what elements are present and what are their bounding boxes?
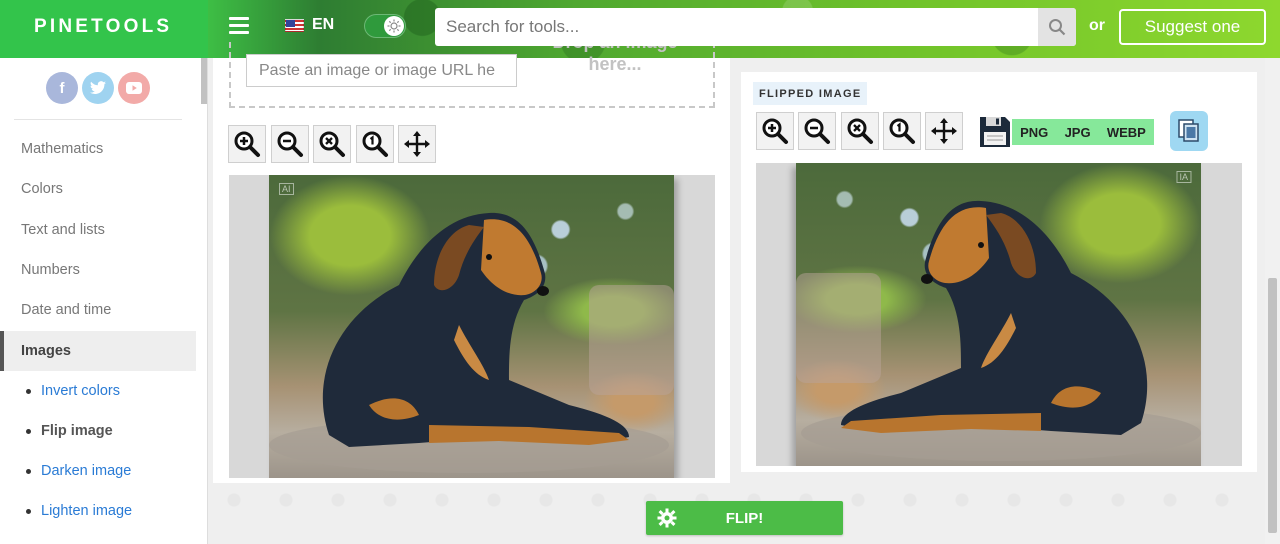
search-input[interactable] — [435, 8, 1035, 46]
download-png-button[interactable]: PNG — [1020, 125, 1048, 140]
copy-to-clipboard-button[interactable] — [1170, 111, 1208, 151]
sidebar-divider — [14, 119, 182, 120]
sidebar-subitem-invert-colors[interactable]: Invert colors — [0, 371, 196, 411]
dog-illustration — [269, 212, 674, 473]
sidebar-subitem-flip-image[interactable]: Flip image — [0, 411, 196, 451]
gear-icon — [646, 508, 688, 528]
drop-zone-line-2: here... — [588, 54, 642, 74]
search-box — [435, 8, 1076, 46]
save-floppy-icon[interactable] — [978, 115, 1012, 149]
bullet — [26, 388, 31, 394]
zoom-in-icon — [234, 131, 260, 157]
search-button[interactable] — [1038, 8, 1076, 46]
download-format-bar: PNG JPG WEBP — [1012, 119, 1154, 145]
zoom-fit-icon — [319, 131, 345, 157]
download-webp-button[interactable]: WEBP — [1107, 125, 1146, 140]
zoom-fit-icon — [847, 118, 873, 144]
zoom-in-icon — [762, 118, 788, 144]
suggest-button[interactable]: Suggest one — [1119, 9, 1266, 45]
move-arrows-icon — [404, 131, 430, 157]
bullet — [26, 428, 31, 434]
sidebar-item-date-and-time[interactable]: Date and time — [0, 290, 196, 330]
flip-button[interactable]: FLIP! — [646, 501, 843, 535]
flipped-image: IA — [796, 163, 1201, 466]
sun-icon — [384, 16, 404, 36]
zoom-one-to-one-icon — [889, 118, 915, 144]
zoom-out-button[interactable] — [271, 125, 309, 163]
sidebar-subitem-lighten-image[interactable]: Lighten image — [0, 491, 196, 531]
zoom-in-button[interactable] — [228, 125, 266, 163]
us-flag-icon — [285, 18, 304, 32]
image-url-input[interactable] — [246, 54, 517, 87]
dog-illustration-flipped — [796, 200, 1201, 461]
sidebar-scrollbar[interactable] — [201, 58, 207, 104]
sidebar-subitem-darken-image[interactable]: Darken image — [0, 451, 196, 491]
move-arrows-icon — [931, 118, 957, 144]
sidebar-subitem-label: Lighten image — [41, 503, 133, 519]
sidebar: f Mathematics Colors Text and lists Numb… — [0, 58, 208, 544]
site-logo[interactable]: PINETOOLS — [34, 16, 172, 38]
youtube-icon[interactable] — [118, 72, 150, 104]
page-scrollbar[interactable] — [1265, 58, 1280, 544]
output-zoom-fit-button[interactable] — [841, 112, 879, 150]
language-label: EN — [312, 16, 335, 33]
sidebar-item-images[interactable]: Images — [0, 331, 196, 371]
zoom-actual-size-button[interactable] — [356, 125, 394, 163]
zoom-one-to-one-icon — [362, 131, 388, 157]
pan-button[interactable] — [398, 125, 436, 163]
sidebar-subitem-label: Invert colors — [41, 383, 120, 399]
facebook-icon[interactable]: f — [46, 72, 78, 104]
language-selector[interactable]: EN — [285, 16, 334, 34]
search-icon — [1049, 19, 1066, 36]
output-image-viewer[interactable]: IA — [756, 163, 1242, 466]
zoom-out-icon — [277, 131, 303, 157]
sidebar-item-text-and-lists[interactable]: Text and lists — [0, 210, 196, 250]
sidebar-subitem-label: Darken image — [41, 463, 132, 479]
zoom-out-icon — [804, 118, 830, 144]
sidebar-item-numbers[interactable]: Numbers — [0, 250, 196, 290]
output-zoom-actual-size-button[interactable] — [883, 112, 921, 150]
output-pan-button[interactable] — [925, 112, 963, 150]
flipped-image-label: FLIPPED IMAGE — [753, 82, 868, 105]
output-zoom-in-button[interactable] — [756, 112, 794, 150]
social-links: f — [46, 72, 150, 104]
theme-toggle[interactable] — [364, 14, 406, 38]
input-image: AI — [269, 175, 674, 478]
sidebar-subitem-label: Flip image — [41, 423, 113, 439]
drop-zone-text: Drop an image here... — [533, 32, 697, 75]
output-zoom-out-button[interactable] — [798, 112, 836, 150]
download-jpg-button[interactable]: JPG — [1065, 125, 1091, 140]
bullet — [26, 468, 31, 474]
bullet — [26, 508, 31, 514]
page-scrollbar-thumb[interactable] — [1268, 278, 1277, 533]
hamburger-menu-icon[interactable] — [229, 17, 249, 35]
zoom-fit-button[interactable] — [313, 125, 351, 163]
twitter-icon[interactable] — [82, 72, 114, 104]
sidebar-item-colors[interactable]: Colors — [0, 169, 196, 209]
sidebar-item-mathematics[interactable]: Mathematics — [0, 129, 196, 169]
copy-image-icon — [1178, 119, 1199, 142]
brand-area: PINETOOLS — [0, 0, 208, 58]
or-text: or — [1089, 17, 1105, 34]
flip-button-label: FLIP! — [725, 509, 764, 527]
input-image-viewer[interactable]: AI — [229, 175, 715, 478]
